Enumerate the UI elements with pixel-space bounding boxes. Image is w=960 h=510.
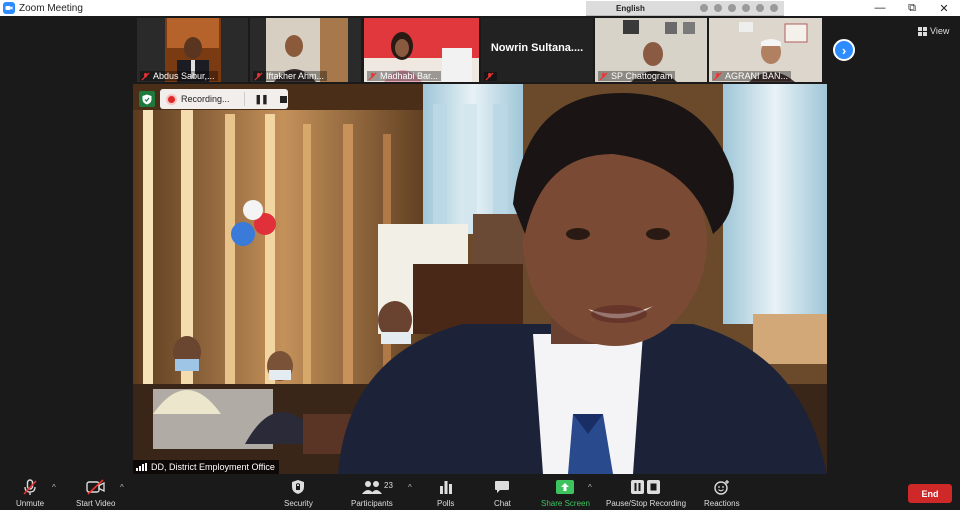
toolbar-dot-icon[interactable] xyxy=(756,4,764,12)
toolbar-dot-icon[interactable] xyxy=(700,4,708,12)
speaker-video-feed xyxy=(133,84,827,474)
active-speaker-video[interactable]: Recording... ❚❚ DD, District Employment … xyxy=(133,84,827,474)
toolbar-dot-icon[interactable] xyxy=(742,4,750,12)
participant-name: Iftakher Ahm... xyxy=(266,71,325,81)
polls-label: Polls xyxy=(437,499,455,508)
unmute-button[interactable]: Unmute xyxy=(16,478,44,508)
share-screen-button[interactable]: Share Screen xyxy=(541,478,590,508)
window-controls: — ⧉ ✕ xyxy=(864,0,960,16)
security-shield-icon[interactable] xyxy=(139,91,155,107)
grid-view-icon xyxy=(918,26,927,36)
toolbar-dot-icon[interactable] xyxy=(728,4,736,12)
muted-microphone-icon xyxy=(22,478,38,496)
video-off-icon xyxy=(86,478,106,496)
polls-button[interactable]: Polls xyxy=(437,478,454,508)
connection-signal-icon xyxy=(136,463,147,471)
participants-label: Participants xyxy=(351,499,393,508)
chat-bubble-icon xyxy=(494,478,510,496)
chat-label: Chat xyxy=(494,499,511,508)
audio-options-caret-icon[interactable]: ^ xyxy=(52,483,56,492)
security-label: Security xyxy=(284,499,313,508)
zoom-logo-icon xyxy=(3,2,15,14)
view-label: View xyxy=(930,26,950,36)
toolbar-dot-icon[interactable] xyxy=(770,4,778,12)
participant-name: Madhabi Bar... xyxy=(380,71,439,81)
participant-display-name: Nowrin Sultana.... xyxy=(490,42,584,54)
participant-name: AGRANI BAN... xyxy=(725,71,789,81)
title-bar: Zoom Meeting — ⧉ ✕ xyxy=(0,0,960,16)
reaction-smiley-icon xyxy=(714,478,730,496)
toolbar-dot-icon[interactable] xyxy=(714,4,722,12)
pause-stop-recording-button[interactable]: Pause/Stop Recording xyxy=(606,478,686,508)
restore-icon[interactable]: ⧉ xyxy=(896,0,928,16)
window-title: Zoom Meeting xyxy=(19,2,83,14)
participant-name-label: SP Chattogram xyxy=(598,71,676,81)
participant-name-label xyxy=(484,72,497,81)
stop-recording-icon[interactable] xyxy=(279,95,287,103)
participant-name-label: Madhabi Bar... xyxy=(367,71,442,81)
language-bar-icons xyxy=(700,4,778,12)
video-options-caret-icon[interactable]: ^ xyxy=(120,483,124,492)
participants-options-caret-icon[interactable]: ^ xyxy=(408,483,412,492)
participant-thumbnail[interactable]: Iftakher Ahm... xyxy=(250,18,361,82)
start-video-label: Start Video xyxy=(76,499,116,508)
share-screen-label: Share Screen xyxy=(541,499,590,508)
participant-count: 23 xyxy=(384,481,393,490)
language-label[interactable]: English xyxy=(616,4,645,13)
security-button[interactable]: Security xyxy=(284,478,313,508)
divider xyxy=(243,92,245,106)
meeting-toolbar: Unmute ^ Start Video ^ Security Particip… xyxy=(0,476,960,510)
participants-icon xyxy=(361,478,383,496)
recording-dot-icon xyxy=(168,95,175,103)
participant-name-label: Iftakher Ahm... xyxy=(253,71,328,81)
pause-stop-icon xyxy=(631,478,661,496)
unmute-label: Unmute xyxy=(16,499,45,508)
participant-name: Abdus Sabur,... xyxy=(153,71,215,81)
reactions-label: Reactions xyxy=(704,499,740,508)
active-speaker-name: DD, District Employment Office xyxy=(151,462,275,472)
participant-thumbnail[interactable]: SP Chattogram xyxy=(595,18,707,82)
muted-mic-icon xyxy=(485,72,494,81)
next-page-chevron-icon[interactable]: › xyxy=(833,39,855,61)
participant-thumbnail[interactable]: Madhabi Bar... xyxy=(364,18,479,82)
shield-icon xyxy=(291,478,305,496)
close-icon[interactable]: ✕ xyxy=(928,0,960,16)
view-button[interactable]: View xyxy=(918,26,949,36)
muted-mic-icon xyxy=(141,71,150,81)
participant-thumbnail[interactable]: Abdus Sabur,... xyxy=(137,18,248,82)
pause-stop-recording-label: Pause/Stop Recording xyxy=(606,499,687,508)
start-video-button[interactable]: Start Video xyxy=(76,478,115,508)
share-options-caret-icon[interactable]: ^ xyxy=(588,483,592,492)
recording-label: Recording... xyxy=(181,94,230,104)
muted-mic-icon xyxy=(368,71,377,81)
participant-thumbnail[interactable]: AGRANI BAN... xyxy=(709,18,822,82)
participant-name-label: Abdus Sabur,... xyxy=(140,71,218,81)
minimize-icon[interactable]: — xyxy=(864,0,896,16)
reactions-button[interactable]: Reactions xyxy=(704,478,740,508)
muted-mic-icon xyxy=(713,71,722,81)
end-meeting-button[interactable]: End xyxy=(908,484,952,503)
pause-recording-icon[interactable]: ❚❚ xyxy=(255,94,269,105)
participant-thumbnail[interactable]: Nowrin Sultana.... xyxy=(481,18,593,82)
active-speaker-label: DD, District Employment Office xyxy=(133,460,279,474)
share-screen-icon xyxy=(556,478,575,496)
recording-indicator: Recording... ❚❚ xyxy=(160,89,288,109)
language-interpretation-bar: English xyxy=(586,1,784,16)
chat-button[interactable]: Chat xyxy=(494,478,511,508)
participant-name: SP Chattogram xyxy=(611,71,673,81)
participant-name-label: AGRANI BAN... xyxy=(712,71,792,81)
polls-bar-chart-icon xyxy=(439,478,453,496)
muted-mic-icon xyxy=(254,71,263,81)
muted-mic-icon xyxy=(599,71,608,81)
